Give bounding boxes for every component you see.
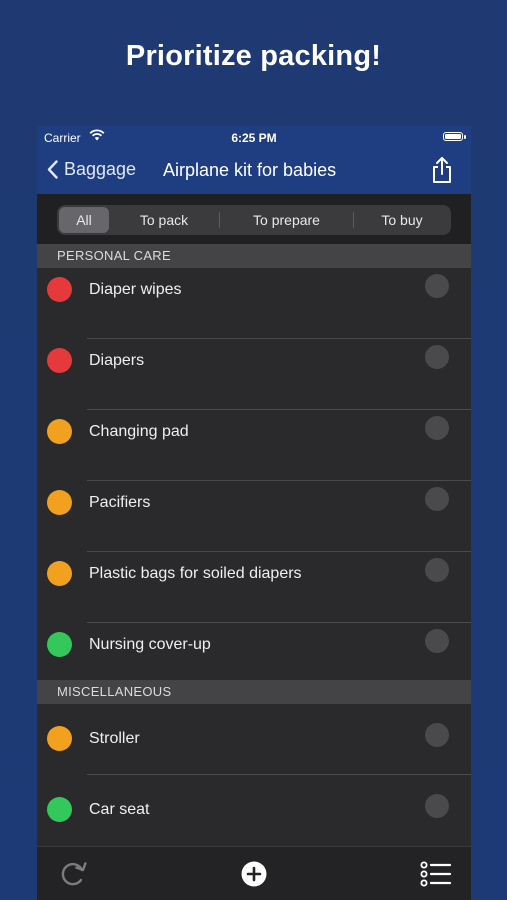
list-item[interactable]: Diapers: [37, 339, 471, 410]
item-label: Diapers: [89, 352, 145, 369]
section-header-personal-care: PERSONAL CARE: [37, 244, 471, 268]
back-label: Baggage: [64, 159, 137, 179]
phone-screen: Carrier 6:25 PM Baggage Airplane kit for…: [37, 126, 471, 900]
page-title: Airplane kit for babies: [163, 160, 337, 180]
check-circle[interactable]: [425, 794, 449, 818]
check-circle[interactable]: [425, 416, 449, 440]
check-circle[interactable]: [425, 723, 449, 747]
top-bar: Carrier 6:25 PM Baggage Airplane kit for…: [37, 126, 471, 194]
check-circle[interactable]: [425, 487, 449, 511]
list-item[interactable]: Stroller: [37, 704, 471, 775]
item-label: Stroller: [89, 730, 140, 747]
list-item[interactable]: Diaper wipes: [37, 268, 471, 339]
segment-all[interactable]: All: [59, 207, 109, 233]
segment-to-buy[interactable]: To buy: [354, 207, 450, 233]
item-label: Car seat: [89, 801, 150, 818]
priority-dot: [47, 277, 72, 302]
segment-to-pack[interactable]: To pack: [109, 207, 219, 233]
priority-dot: [47, 797, 72, 822]
check-circle[interactable]: [425, 629, 449, 653]
bottom-toolbar: [37, 846, 471, 900]
list-icon[interactable]: [420, 861, 452, 892]
section-title: PERSONAL CARE: [57, 248, 171, 263]
priority-dot: [47, 561, 72, 586]
priority-dot: [47, 726, 72, 751]
item-label: Changing pad: [89, 423, 189, 440]
chevron-left-icon: [47, 160, 58, 179]
share-icon[interactable]: [431, 156, 453, 189]
priority-dot: [47, 419, 72, 444]
status-time: 6:25 PM: [231, 131, 277, 145]
item-label: Plastic bags for soiled diapers: [89, 565, 302, 582]
list-item[interactable]: Changing pad: [37, 410, 471, 481]
list-item[interactable]: Plastic bags for soiled diapers: [37, 552, 471, 623]
reset-icon[interactable]: [57, 859, 89, 894]
section-header-miscellaneous: MISCELLANEOUS: [37, 680, 471, 704]
back-button[interactable]: Baggage: [47, 159, 136, 180]
item-label: Diaper wipes: [89, 281, 182, 298]
section-title: MISCELLANEOUS: [57, 684, 172, 699]
priority-dot: [47, 348, 72, 373]
segmented-control: All To pack To prepare To buy: [57, 205, 451, 235]
filter-bar: All To pack To prepare To buy: [37, 194, 471, 244]
item-label: Pacifiers: [89, 494, 151, 511]
battery-icon: [443, 132, 466, 141]
check-circle[interactable]: [425, 558, 449, 582]
add-icon[interactable]: [241, 861, 267, 892]
priority-dot: [47, 632, 72, 657]
list-item[interactable]: Car seat: [37, 775, 471, 846]
priority-dot: [47, 490, 72, 515]
check-circle[interactable]: [425, 345, 449, 369]
item-label: Nursing cover-up: [89, 636, 211, 653]
segment-to-prepare[interactable]: To prepare: [220, 207, 353, 233]
status-bar: Carrier 6:25 PM: [37, 126, 471, 148]
list-item[interactable]: Pacifiers: [37, 481, 471, 552]
navigation-bar: Baggage Airplane kit for babies: [37, 148, 471, 194]
promo-headline: Prioritize packing!: [125, 40, 382, 72]
check-circle[interactable]: [425, 274, 449, 298]
